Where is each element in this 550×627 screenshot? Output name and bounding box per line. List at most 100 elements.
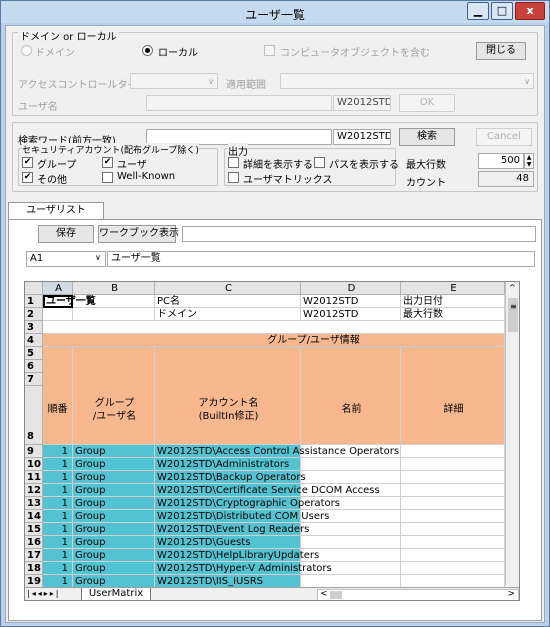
- scroll-up-icon[interactable]: ^: [509, 283, 516, 292]
- cell-type[interactable]: Group: [73, 510, 155, 523]
- header-detail[interactable]: 詳細: [401, 347, 505, 445]
- cell-name[interactable]: [301, 471, 401, 484]
- group-checkbox[interactable]: ✔: [22, 157, 33, 168]
- row-header[interactable]: 17: [25, 549, 43, 562]
- scroll-left-icon[interactable]: <: [320, 589, 328, 599]
- cell-name[interactable]: [301, 497, 401, 510]
- row-header[interactable]: 16: [25, 536, 43, 549]
- cell-type[interactable]: Group: [73, 549, 155, 562]
- cell-d2[interactable]: W2012STD: [301, 308, 401, 321]
- cell-type[interactable]: Group: [73, 484, 155, 497]
- row-header[interactable]: 13: [25, 497, 43, 510]
- cell-index[interactable]: 1: [43, 445, 73, 458]
- cell-index[interactable]: 1: [43, 471, 73, 484]
- row-header[interactable]: 6: [25, 360, 43, 373]
- cell-reference-select[interactable]: A1: [26, 251, 106, 267]
- header-name[interactable]: 名前: [301, 347, 401, 445]
- cell-name[interactable]: [301, 536, 401, 549]
- cell-index[interactable]: 1: [43, 484, 73, 497]
- cell-index[interactable]: 1: [43, 562, 73, 575]
- cell-type[interactable]: Group: [73, 497, 155, 510]
- close-dialog-button[interactable]: 閉じる: [476, 42, 526, 60]
- row-header[interactable]: 8: [25, 386, 43, 445]
- cell-type[interactable]: Group: [73, 536, 155, 549]
- sheet-tab-usermatrix[interactable]: UserMatrix: [81, 588, 151, 600]
- max-rows-spinner[interactable]: ▲ ▼: [524, 153, 534, 169]
- cell-name[interactable]: [301, 549, 401, 562]
- ok-button[interactable]: OK: [399, 94, 455, 112]
- cell-e1[interactable]: 出力日付: [401, 295, 505, 308]
- cell-detail[interactable]: [401, 549, 505, 562]
- cell-detail[interactable]: [401, 458, 505, 471]
- cell-type[interactable]: Group: [73, 445, 155, 458]
- row-header[interactable]: 2: [25, 308, 43, 321]
- cell-detail[interactable]: [401, 445, 505, 458]
- cell-b1[interactable]: [73, 295, 155, 308]
- cell-detail[interactable]: [401, 562, 505, 575]
- cell-b2[interactable]: [73, 308, 155, 321]
- scope-select[interactable]: ∨: [280, 73, 534, 89]
- tab-userlist-excel[interactable]: ユーザリスト(Excel): [8, 202, 104, 232]
- cell-a1[interactable]: ユーザ一覧: [43, 295, 96, 308]
- cell-account[interactable]: W2012STD\Certificate Service DCOM Access: [155, 484, 380, 497]
- cell-index[interactable]: 1: [43, 458, 73, 471]
- include-computer-checkbox[interactable]: [264, 45, 275, 56]
- cell-index[interactable]: 1: [43, 549, 73, 562]
- cell-account[interactable]: W2012STD\Backup Operators: [155, 471, 306, 484]
- cell-name[interactable]: [301, 445, 401, 458]
- cell-e2[interactable]: 最大行数: [401, 308, 505, 321]
- col-header-a[interactable]: A: [43, 282, 73, 295]
- formula-input[interactable]: ユーザ一覧: [107, 251, 535, 267]
- spreadsheet[interactable]: A B C D E 1 2 3 4 5 6 7 8 9 10 11 12 13 14 15 16 17 18 19 …: [24, 281, 520, 601]
- col-header-e[interactable]: E: [401, 282, 505, 295]
- row-header[interactable]: 4: [25, 334, 43, 347]
- wellknown-checkbox[interactable]: [102, 172, 113, 183]
- col-header-c[interactable]: C: [155, 282, 301, 295]
- access-control-type-select[interactable]: ∨: [130, 73, 218, 89]
- cell-detail[interactable]: [401, 510, 505, 523]
- cell-c2[interactable]: ドメイン: [155, 308, 301, 321]
- show-details-checkbox[interactable]: [228, 157, 239, 168]
- col-header-d[interactable]: D: [301, 282, 401, 295]
- row-header[interactable]: 15: [25, 523, 43, 536]
- cell-index[interactable]: 1: [43, 536, 73, 549]
- maximize-button[interactable]: □: [491, 2, 513, 20]
- max-rows-input[interactable]: 500: [478, 153, 524, 169]
- cell-index[interactable]: 1: [43, 523, 73, 536]
- cell-account[interactable]: W2012STD\Cryptographic Operators: [155, 497, 340, 510]
- local-radio[interactable]: [142, 45, 153, 56]
- col-header-b[interactable]: B: [73, 282, 155, 295]
- search-button[interactable]: 検索: [399, 128, 455, 146]
- horizontal-scrollbar[interactable]: < >: [317, 589, 519, 600]
- header-group-user[interactable]: グループ /ユーザ名: [73, 347, 155, 445]
- cell-account[interactable]: W2012STD\Access Control Assistance Opera…: [155, 445, 399, 458]
- cell-type[interactable]: Group: [73, 471, 155, 484]
- cell-account[interactable]: W2012STD\Event Log Readers: [155, 523, 309, 536]
- cell-name[interactable]: [301, 562, 401, 575]
- h-scroll-thumb[interactable]: [330, 591, 342, 599]
- vertical-scrollbar[interactable]: ^ ≡: [505, 282, 519, 586]
- row-3-cells[interactable]: [43, 321, 505, 334]
- cell-name[interactable]: [301, 510, 401, 523]
- cell-type[interactable]: Group: [73, 562, 155, 575]
- close-button[interactable]: x: [515, 2, 545, 20]
- cell-detail[interactable]: [401, 484, 505, 497]
- cell-type[interactable]: Group: [73, 523, 155, 536]
- cell-account[interactable]: W2012STD\Hyper-V Administrators: [155, 562, 332, 575]
- cell-account[interactable]: W2012STD\Administrators: [155, 458, 301, 471]
- row-header[interactable]: 3: [25, 321, 43, 334]
- cancel-button[interactable]: Cancel: [476, 128, 532, 146]
- save-button[interactable]: 保存: [38, 225, 94, 243]
- show-path-checkbox[interactable]: [314, 157, 325, 168]
- cell-d1[interactable]: W2012STD: [301, 295, 401, 308]
- row-header[interactable]: 9: [25, 445, 43, 458]
- scroll-right-icon[interactable]: >: [507, 589, 515, 599]
- row-header[interactable]: 14: [25, 510, 43, 523]
- header-index[interactable]: 順番: [43, 347, 73, 445]
- row-header[interactable]: 7: [25, 373, 43, 386]
- cell-index[interactable]: 1: [43, 497, 73, 510]
- header-account-name[interactable]: アカウント名 (BuiltIn修正): [155, 347, 301, 445]
- username-input[interactable]: [146, 95, 332, 111]
- cell-index[interactable]: 1: [43, 510, 73, 523]
- cell-name[interactable]: [301, 458, 401, 471]
